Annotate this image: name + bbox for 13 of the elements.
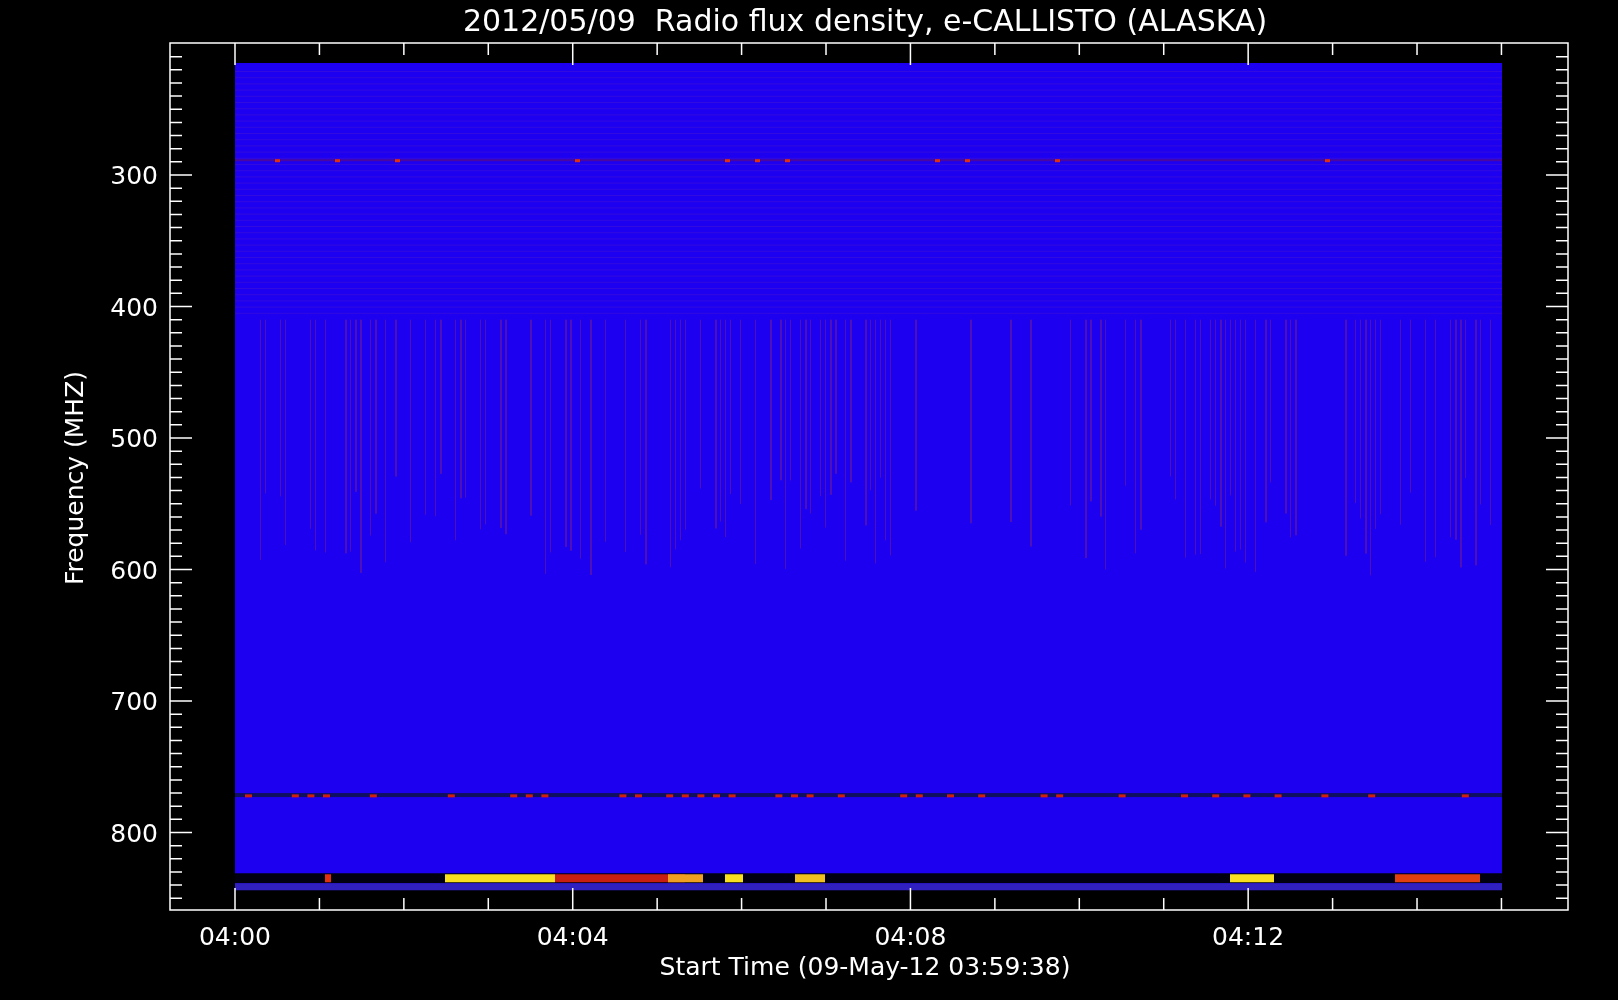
x-tick-label: 04:04 <box>536 922 609 951</box>
chart-title: 2012/05/09 Radio flux density, e-CALLISTO (ALASKA) <box>462 3 1268 38</box>
x-tick-label: 04:12 <box>1212 922 1285 951</box>
y-tick-label: 800 <box>110 818 158 848</box>
x-tick-label: 04:00 <box>199 922 271 951</box>
y-tick-label: 700 <box>110 687 158 716</box>
y-tick-label: 600 <box>110 555 158 585</box>
y-tick-label: 400 <box>110 292 158 322</box>
y-tick-label: 300 <box>110 161 158 190</box>
y-tick-label: 500 <box>110 424 158 453</box>
x-axis-label: Start Time (09-May-12 03:59:38) <box>659 952 1071 981</box>
y-axis-label: Frequency (MHZ) <box>60 370 89 586</box>
x-tick-label: 04:08 <box>874 922 947 951</box>
